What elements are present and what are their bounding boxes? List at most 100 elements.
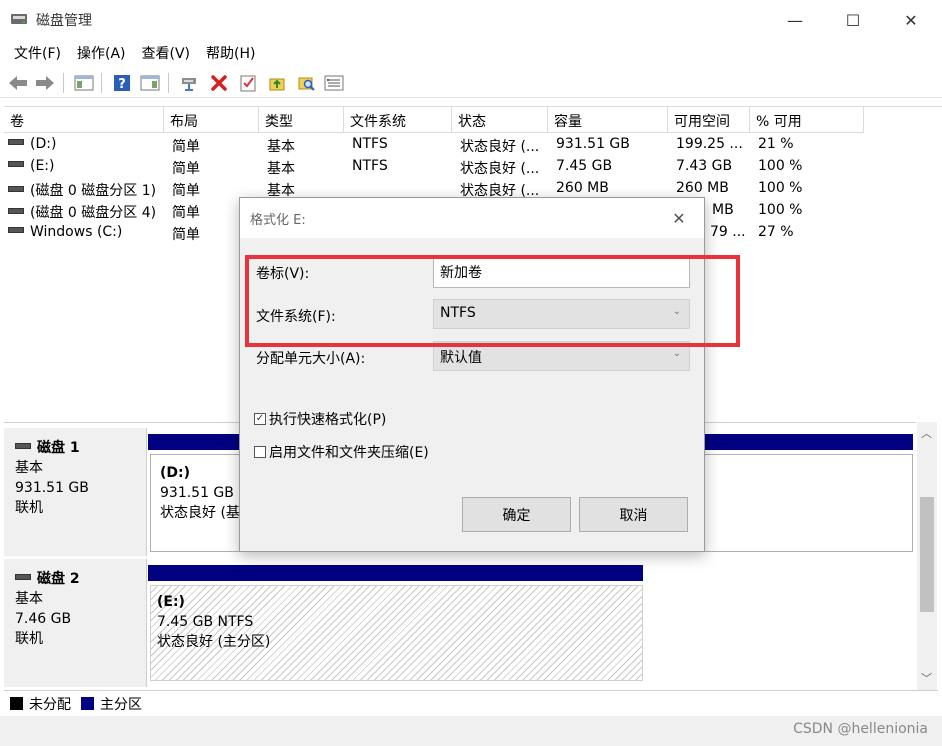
console-tree-icon [74, 75, 94, 91]
forward-button[interactable] [33, 71, 57, 95]
quick-format-label: 执行快速格式化(P) [269, 412, 387, 428]
status-bar: CSDN @hellenionia [0, 716, 942, 746]
column-header-filesystem[interactable]: 文件系统 [344, 107, 452, 133]
compression-checkbox[interactable] [254, 446, 266, 458]
column-header-layout[interactable]: 布局 [164, 107, 259, 133]
delete-icon [211, 75, 227, 91]
volume-cell: Windows (C:) [8, 224, 164, 240]
legend-label: 主分区 [100, 696, 142, 713]
vertical-scrollbar[interactable]: ︿ ﹀ [917, 422, 937, 690]
disk-type: 基本 [15, 591, 43, 607]
scroll-thumb[interactable] [920, 497, 934, 612]
legend-label: 未分配 [29, 696, 71, 713]
disk-name: 磁盘 2 [37, 571, 80, 587]
filesystem-cell: NTFS [352, 158, 388, 174]
disk-type: 基本 [15, 460, 43, 476]
list-view-button[interactable] [322, 71, 346, 95]
volume-disk-icon [8, 227, 24, 233]
disk-management-app-icon [11, 14, 27, 24]
volume-list-header: 卷 布局 类型 文件系统 状态 容量 可用空间 % 可用 [4, 107, 942, 133]
connect-button[interactable] [178, 71, 202, 95]
scroll-down-icon[interactable]: ﹀ [921, 670, 932, 686]
column-header-status[interactable]: 状态 [452, 107, 548, 133]
check-properties-button[interactable] [236, 71, 260, 95]
type-cell: 基本 [267, 139, 295, 155]
toolbar: ? [0, 68, 942, 98]
layout-cell: 简单 [172, 161, 200, 177]
column-header-capacity[interactable]: 容量 [548, 107, 668, 133]
toolbar-separator [168, 73, 169, 93]
status-cell: 状态良好 (... [460, 139, 540, 155]
close-button[interactable]: ✕ [882, 0, 940, 40]
scroll-up-icon[interactable]: ︿ [921, 425, 932, 441]
percent-free-cell: 27 % [758, 224, 794, 240]
help-icon: ? [114, 75, 130, 92]
disk-size: 7.46 GB [15, 611, 72, 627]
menu-bar: 文件(F) 操作(A) 查看(V) 帮助(H) [0, 40, 942, 66]
legend-unallocated: 未分配 [10, 694, 71, 714]
window-title: 磁盘管理 [36, 13, 92, 29]
upload-folder-icon [269, 78, 285, 91]
primary-swatch [81, 697, 94, 710]
volume-name: (E:) [30, 158, 55, 174]
column-header-type[interactable]: 类型 [259, 107, 344, 133]
column-header-free-space[interactable]: 可用空间 [668, 107, 750, 133]
list-view-icon [324, 75, 344, 91]
layout-cell: 简单 [172, 139, 200, 155]
disk-1-label[interactable]: 磁盘 1 基本 931.51 GB 联机 [4, 428, 147, 556]
menu-help[interactable]: 帮助(H) [198, 40, 263, 66]
quick-format-option[interactable]: ✓ 执行快速格式化(P) [254, 409, 386, 429]
chevron-down-icon: ⌄ [672, 348, 681, 359]
percent-free-cell: 100 % [758, 180, 803, 196]
disk-name: 磁盘 1 [37, 440, 80, 456]
legend: 未分配 主分区 [4, 690, 938, 716]
free-space-cell: 7.43 GB [676, 158, 733, 174]
partition-detail: 7.45 GB NTFS [157, 614, 254, 630]
compression-option[interactable]: 启用文件和文件夹压缩(E) [254, 442, 429, 462]
column-header-volume[interactable]: 卷 [4, 107, 164, 133]
dialog-close-button[interactable]: ✕ [664, 204, 694, 232]
ok-button[interactable]: 确定 [462, 497, 571, 532]
annotation-highlight-box [245, 255, 740, 347]
partition-e[interactable]: (E:) 7.45 GB NTFS 状态良好 (主分区) [150, 585, 643, 681]
cancel-button[interactable]: 取消 [579, 497, 688, 532]
back-arrow-icon [9, 76, 27, 90]
menu-action[interactable]: 操作(A) [69, 40, 134, 66]
help-button[interactable]: ? [110, 71, 134, 95]
menu-file[interactable]: 文件(F) [6, 40, 69, 66]
percent-free-cell: 100 % [758, 158, 803, 174]
forward-arrow-icon [36, 76, 54, 90]
upload-folder-button[interactable] [265, 71, 289, 95]
minimize-icon: — [787, 10, 803, 30]
table-row[interactable]: (D:) 简单 基本 NTFS 状态良好 (... 931.51 GB 199.… [4, 134, 942, 156]
menu-view[interactable]: 查看(V) [134, 40, 199, 66]
volume-disk-icon [8, 139, 24, 145]
disk-status: 联机 [15, 500, 43, 516]
capacity-cell: 260 MB [556, 180, 609, 196]
properties-pane-button[interactable] [138, 71, 162, 95]
partition-state: 状态良好 (主分区) [157, 634, 271, 650]
capacity-cell: 7.45 GB [556, 158, 613, 174]
disk-2-label[interactable]: 磁盘 2 基本 7.46 GB 联机 [4, 559, 147, 687]
minimize-button[interactable]: — [766, 0, 824, 40]
disk-size: 931.51 GB [15, 480, 89, 496]
volume-disk-icon [8, 186, 24, 192]
volume-cell: (D:) [8, 136, 162, 152]
table-row[interactable]: (E:) 简单 基本 NTFS 状态良好 (... 7.45 GB 7.43 G… [4, 156, 942, 178]
free-space-cell: 79 ... [710, 224, 746, 240]
layout-cell: 简单 [172, 205, 200, 221]
maximize-button[interactable]: ☐ [824, 0, 882, 40]
back-button[interactable] [6, 71, 30, 95]
console-tree-button[interactable] [72, 71, 96, 95]
volume-cell: (磁盘 0 磁盘分区 1) [8, 180, 164, 200]
quick-format-checkbox[interactable]: ✓ [254, 413, 266, 425]
toolbar-separator [101, 73, 102, 93]
toolbar-separator [63, 73, 64, 93]
disk-icon [15, 443, 31, 449]
delete-button[interactable] [207, 71, 231, 95]
search-folder-button[interactable] [294, 71, 318, 95]
free-space-cell: 260 MB [676, 180, 729, 196]
disk-status: 联机 [15, 631, 43, 647]
column-header-percent-free[interactable]: % 可用 [750, 107, 864, 133]
allocation-unit-value: 默认值 [440, 350, 482, 366]
